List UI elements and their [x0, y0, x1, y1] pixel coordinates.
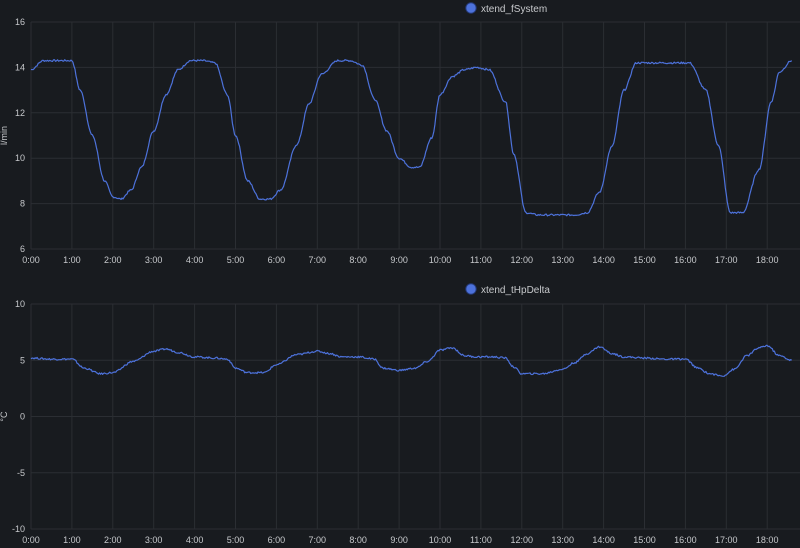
- x-tick-label: 3:00: [145, 535, 163, 545]
- x-tick-label: 9:00: [390, 535, 408, 545]
- x-tick-label: 17:00: [715, 535, 738, 545]
- series-line-xtend_tHpDelta: [30, 344, 793, 377]
- y-axis-label: l/min: [0, 126, 9, 145]
- x-tick-label: 2:00: [104, 535, 122, 545]
- legend-swatch-icon: [465, 2, 477, 14]
- x-tick-label: 1:00: [63, 255, 81, 265]
- x-tick-label: 9:00: [390, 255, 408, 265]
- x-tick-label: 7:00: [309, 535, 327, 545]
- y-tick-label: 16: [15, 17, 25, 27]
- x-tick-label: 16:00: [674, 535, 697, 545]
- y-tick-label: 0: [20, 412, 25, 422]
- y-tick-label: 10: [15, 153, 25, 163]
- x-tick-label: 10:00: [429, 535, 452, 545]
- y-tick-label: 12: [15, 108, 25, 118]
- legend-swatch-icon: [465, 283, 477, 295]
- x-tick-label: 12:00: [511, 255, 534, 265]
- x-tick-label: 13:00: [551, 535, 574, 545]
- x-tick-label: 4:00: [186, 255, 204, 265]
- x-tick-label: 15:00: [633, 535, 656, 545]
- x-tick-label: 0:00: [22, 255, 40, 265]
- x-tick-label: 11:00: [470, 535, 492, 545]
- dashboard: 6 8 10 12 14 16 0:00 1:00 2:00 3:00 4:00 5:00 6:00 7:…: [0, 0, 800, 548]
- x-tick-label: 12:00: [511, 535, 534, 545]
- y-tick-label: -10: [12, 524, 25, 534]
- y-tick-label: -5: [17, 468, 25, 478]
- x-tick-label: 11:00: [470, 255, 492, 265]
- series-line-xtend_fSystem: [30, 59, 793, 217]
- x-tick-label: 4:00: [186, 535, 204, 545]
- x-tick-label: 14:00: [592, 255, 615, 265]
- legend-item-xtend_tHpDelta[interactable]: xtend_tHpDelta: [465, 283, 551, 296]
- legend-label: xtend_fSystem: [481, 4, 547, 15]
- x-tick-label: 14:00: [592, 535, 615, 545]
- x-tick-label: 5:00: [227, 535, 245, 545]
- y-tick-label: 5: [20, 355, 25, 365]
- x-tick-label: 10:00: [429, 255, 452, 265]
- x-tick-label: 16:00: [674, 255, 697, 265]
- x-tick-label: 3:00: [145, 255, 163, 265]
- y-tick-label: 14: [15, 62, 25, 72]
- x-tick-label: 8:00: [349, 535, 367, 545]
- x-tick-label: 7:00: [309, 255, 327, 265]
- x-tick-label: 18:00: [756, 535, 779, 545]
- xtend-thpdelta-panel: -10 -5 0 5 10 0:00 1:00 2:00 3:00 4:00 5:00 6:00 7:0…: [0, 283, 800, 545]
- xtend-fsystem-panel: 6 8 10 12 14 16 0:00 1:00 2:00 3:00 4:00 5:00 6:00 7:…: [0, 2, 800, 265]
- x-tick-label: 6:00: [268, 535, 286, 545]
- x-tick-label: 15:00: [633, 255, 656, 265]
- x-tick-label: 13:00: [551, 255, 574, 265]
- x-tick-label: 8:00: [349, 255, 367, 265]
- x-tick-label: 0:00: [22, 535, 40, 545]
- x-tick-label: 2:00: [104, 255, 122, 265]
- x-tick-label: 18:00: [756, 255, 779, 265]
- x-tick-label: 1:00: [63, 535, 81, 545]
- y-axis-label: °C: [0, 411, 9, 422]
- y-tick-label: 6: [20, 244, 25, 254]
- legend-item-xtend_fSystem[interactable]: xtend_fSystem: [465, 2, 547, 15]
- legend-label: xtend_tHpDelta: [481, 285, 550, 296]
- x-tick-label: 5:00: [227, 255, 245, 265]
- x-tick-label: 17:00: [715, 255, 738, 265]
- y-tick-label: 10: [15, 299, 25, 309]
- x-tick-label: 6:00: [268, 255, 286, 265]
- y-tick-label: 8: [20, 199, 25, 209]
